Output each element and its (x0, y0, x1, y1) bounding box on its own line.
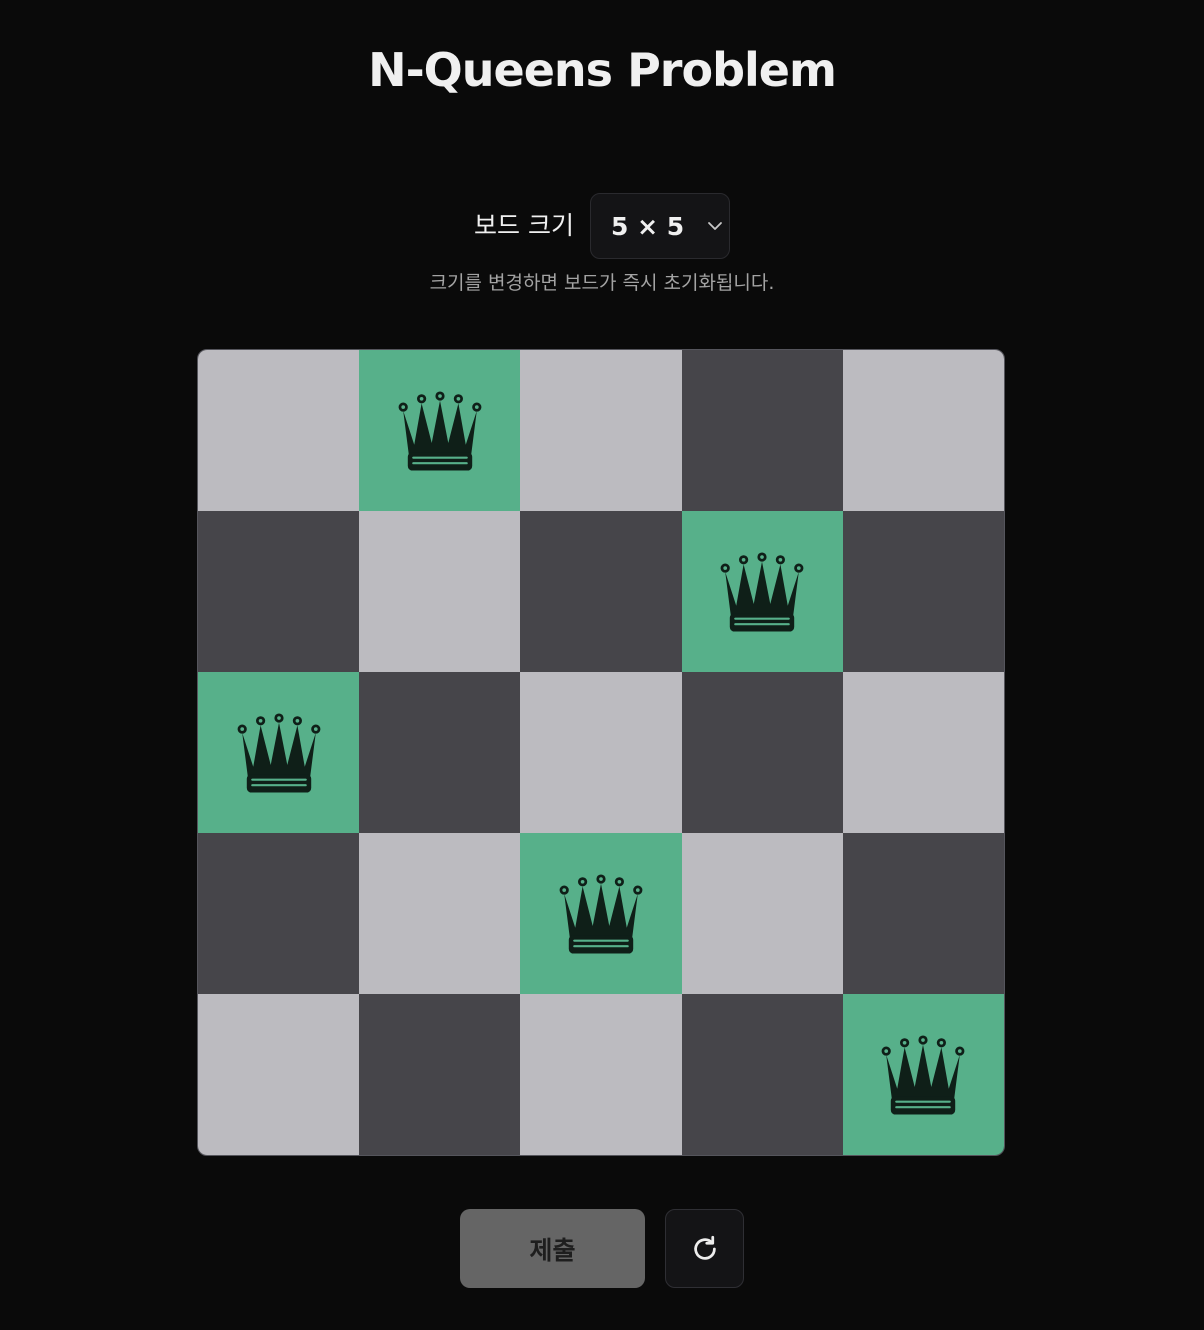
board-cell-r4-c1[interactable] (359, 994, 521, 1155)
page-title: N-Queens Problem (368, 43, 837, 97)
queen-icon (398, 390, 482, 471)
board-cell-r0-c0[interactable] (198, 350, 360, 511)
board-cell-r4-c0[interactable] (198, 994, 360, 1155)
board-cell-r2-c1[interactable] (359, 672, 521, 833)
board-size-row: 보드 크기 5 × 5 (0, 192, 1204, 260)
board-cell-r3-c1[interactable] (359, 833, 521, 994)
queen-icon (881, 1034, 965, 1115)
board-cell-r2-c4[interactable] (842, 672, 1004, 833)
board-cell-r4-c4[interactable] (842, 994, 1004, 1155)
submit-button[interactable]: 제출 (460, 1209, 645, 1288)
board-size-hint: 크기를 변경하면 보드가 즉시 초기화됩니다. (429, 272, 775, 294)
queen-icon (720, 551, 804, 632)
board-cell-r2-c3[interactable] (681, 672, 843, 833)
board-cell-r1-c4[interactable] (842, 511, 1004, 672)
board-size-label: 보드 크기 (474, 211, 574, 240)
queen-icon (237, 712, 320, 793)
board-cell-r4-c3[interactable] (681, 994, 843, 1155)
page: N-Queens Problem 보드 크기 5 × 5 크기를 변경하면 보드… (0, 0, 1204, 1330)
board-cell-r0-c1[interactable] (359, 350, 521, 511)
board-cell-r2-c2[interactable] (520, 672, 682, 833)
board-cell-r0-c2[interactable] (520, 350, 682, 511)
board-cell-r4-c2[interactable] (520, 994, 682, 1155)
board-cell-r2-c0[interactable] (198, 672, 360, 833)
board-cell-r0-c3[interactable] (681, 350, 843, 511)
action-buttons: 제출 (0, 1209, 1204, 1288)
board-cell-r3-c4[interactable] (842, 833, 1004, 994)
board-cell-r3-c0[interactable] (198, 833, 360, 994)
board-cell-r3-c2[interactable] (520, 833, 682, 994)
reset-button[interactable] (665, 1209, 744, 1288)
board-cell-r0-c4[interactable] (842, 350, 1004, 511)
board-cell-r1-c2[interactable] (520, 511, 682, 672)
board-size-value: 5 × 5 (610, 211, 685, 241)
queen-icon (559, 873, 643, 954)
board-cell-r1-c0[interactable] (198, 511, 360, 672)
chevron-down-icon (706, 217, 724, 235)
board-cell-r3-c3[interactable] (681, 833, 843, 994)
board-cell-r1-c1[interactable] (359, 511, 521, 672)
board-cell-r1-c3[interactable] (681, 511, 843, 672)
chess-board (197, 349, 1005, 1156)
board-size-select[interactable]: 5 × 5 (589, 193, 730, 259)
reset-icon (693, 1235, 716, 1260)
